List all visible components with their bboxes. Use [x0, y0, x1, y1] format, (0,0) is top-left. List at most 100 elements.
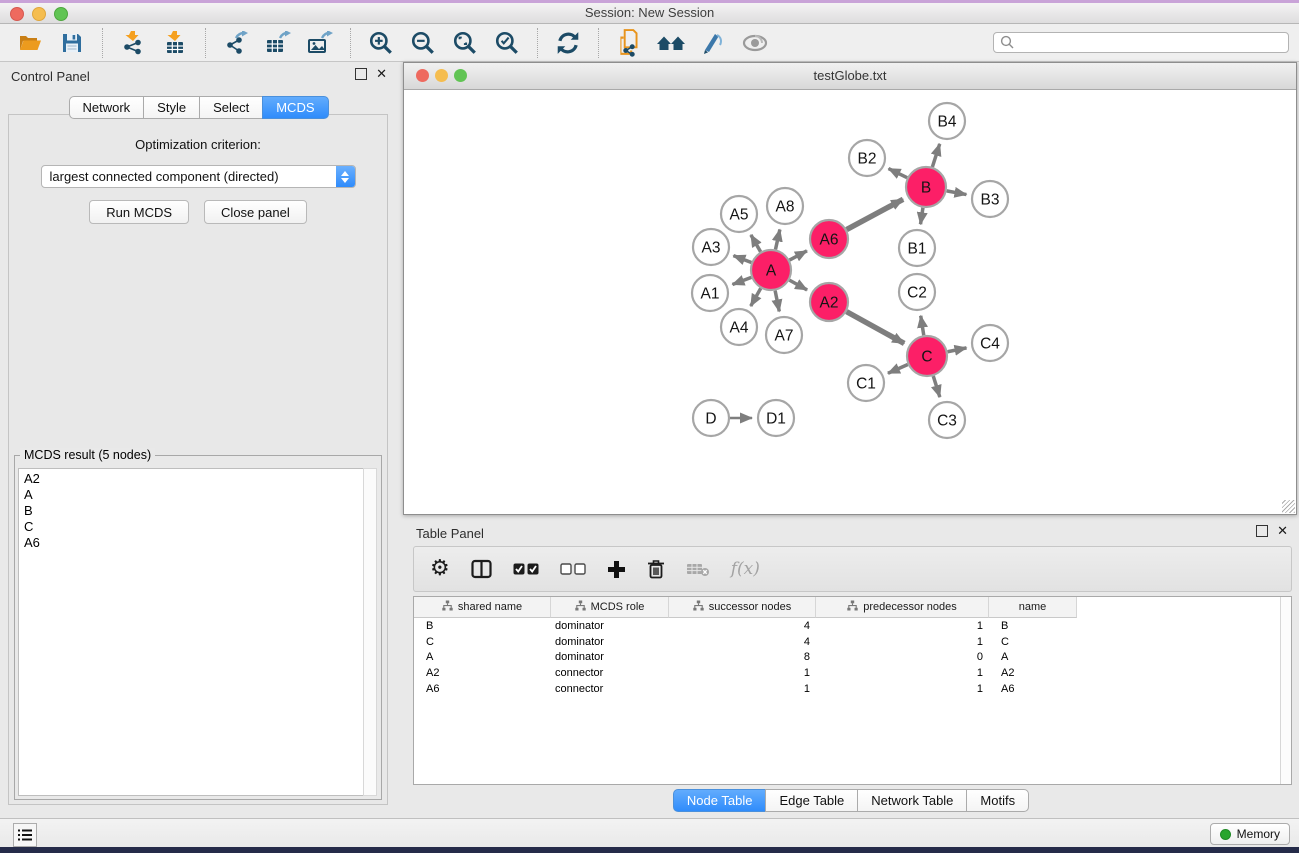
table-row[interactable]: A2connector11A2 [414, 665, 1291, 681]
table-tab-motifs[interactable]: Motifs [966, 789, 1029, 812]
table-row[interactable]: Bdominator41B [414, 618, 1291, 634]
tab-select[interactable]: Select [199, 96, 263, 119]
graph-node-C3[interactable]: C3 [929, 402, 965, 438]
first-neighbors-icon[interactable] [655, 27, 687, 59]
split-view-icon[interactable] [471, 559, 492, 579]
search-input[interactable] [993, 32, 1289, 53]
graph-node-A1[interactable]: A1 [692, 275, 728, 311]
graph-node-B2[interactable]: B2 [849, 140, 885, 176]
graph-node-A6[interactable]: A6 [810, 220, 848, 258]
edge-A-A7[interactable] [775, 291, 779, 312]
close-panel-button[interactable]: Close panel [204, 200, 307, 224]
column-header-predecessor-nodes[interactable]: predecessor nodes [816, 597, 989, 618]
export-image-icon[interactable] [304, 27, 336, 59]
graph-node-D1[interactable]: D1 [758, 400, 794, 436]
save-session-icon[interactable] [56, 27, 88, 59]
refresh-layout-icon[interactable] [552, 27, 584, 59]
float-table-panel-icon[interactable] [1256, 525, 1268, 537]
graph-node-A3[interactable]: A3 [693, 229, 729, 265]
task-history-button[interactable] [13, 823, 37, 847]
graph-node-A7[interactable]: A7 [766, 317, 802, 353]
deselect-all-icon[interactable] [560, 563, 586, 575]
graph-node-B4[interactable]: B4 [929, 103, 965, 139]
minimize-network-icon[interactable] [435, 69, 448, 82]
graph-node-C1[interactable]: C1 [848, 365, 884, 401]
memory-button[interactable]: Memory [1210, 823, 1290, 845]
tab-style[interactable]: Style [143, 96, 200, 119]
mcds-result-item[interactable]: C [24, 519, 359, 535]
run-mcds-button[interactable]: Run MCDS [89, 200, 189, 224]
edge-C-C1[interactable] [888, 364, 908, 373]
network-canvas[interactable]: A A1 A2 A3 A4 A5 A6 A7 A8 B B1 B2 B3 B4 C C1 C2 C3 C4 D D1 [404, 90, 1296, 514]
graph-node-B[interactable]: B [906, 167, 946, 207]
export-network-icon[interactable] [220, 27, 252, 59]
edge-A-A2[interactable] [789, 280, 807, 290]
edge-B-B4[interactable] [932, 144, 939, 167]
select-all-icon[interactable] [513, 563, 539, 575]
float-panel-icon[interactable] [355, 68, 367, 80]
import-network-icon[interactable] [117, 27, 149, 59]
graph-node-A4[interactable]: A4 [721, 309, 757, 345]
mcds-result-item[interactable]: B [24, 503, 359, 519]
table-row[interactable]: A6connector11A6 [414, 681, 1291, 697]
graph-node-A[interactable]: A [751, 250, 791, 290]
edge-C-C3[interactable] [933, 376, 940, 397]
edge-B-B1[interactable] [921, 208, 923, 224]
zoom-in-icon[interactable] [365, 27, 397, 59]
edge-A2-C[interactable] [847, 312, 905, 344]
graph-node-C2[interactable]: C2 [899, 274, 935, 310]
edge-A-A6[interactable] [790, 251, 807, 260]
graph-node-A2[interactable]: A2 [810, 283, 848, 321]
edge-A6-B[interactable] [847, 199, 903, 229]
network-graph[interactable]: A A1 A2 A3 A4 A5 A6 A7 A8 B B1 B2 B3 B4 C C1 C2 C3 C4 D D1 [404, 90, 1296, 514]
graph-node-C4[interactable]: C4 [972, 325, 1008, 361]
column-header-shared-name[interactable]: shared name [414, 597, 551, 618]
show-graphics-details-icon[interactable] [697, 27, 729, 59]
maximize-network-icon[interactable] [454, 69, 467, 82]
import-table-icon[interactable] [159, 27, 191, 59]
criterion-dropdown[interactable]: largest connected component (directed) [41, 165, 356, 188]
delete-column-icon[interactable] [647, 559, 665, 579]
column-header-successor-nodes[interactable]: successor nodes [669, 597, 816, 618]
mcds-result-item[interactable]: A2 [24, 471, 359, 487]
tab-network[interactable]: Network [68, 96, 144, 119]
edge-A-A5[interactable] [751, 235, 761, 252]
column-header-MCDS-role[interactable]: MCDS role [551, 597, 669, 618]
graph-node-B3[interactable]: B3 [972, 181, 1008, 217]
edge-A-A4[interactable] [751, 288, 761, 306]
table-row[interactable]: Cdominator41C [414, 634, 1291, 650]
table-tab-node-table[interactable]: Node Table [673, 789, 767, 812]
edge-C-C4[interactable] [948, 348, 967, 352]
zoom-out-icon[interactable] [407, 27, 439, 59]
resize-grip[interactable] [1282, 500, 1295, 513]
zoom-fit-icon[interactable] [449, 27, 481, 59]
open-session-icon[interactable] [14, 27, 46, 59]
table-tab-network-table[interactable]: Network Table [857, 789, 967, 812]
mcds-list-scrollbar[interactable] [363, 468, 377, 796]
table-scrollbar[interactable] [1280, 597, 1291, 784]
add-column-icon[interactable] [607, 560, 626, 579]
edge-A-A1[interactable] [732, 277, 751, 284]
edge-B-B3[interactable] [947, 191, 967, 195]
export-table-icon[interactable] [262, 27, 294, 59]
maximize-window-icon[interactable] [54, 7, 68, 21]
column-header-name[interactable]: name [989, 597, 1077, 618]
hide-details-icon[interactable] [739, 27, 771, 59]
edge-A-A8[interactable] [775, 229, 779, 249]
network-window-titlebar[interactable]: testGlobe.txt [404, 63, 1296, 90]
tab-mcds[interactable]: MCDS [262, 96, 328, 119]
table-tab-edge-table[interactable]: Edge Table [765, 789, 858, 812]
mcds-result-item[interactable]: A6 [24, 535, 359, 551]
settings-icon[interactable]: ⚙ [430, 558, 450, 580]
graph-node-B1[interactable]: B1 [899, 230, 935, 266]
graph-node-C[interactable]: C [907, 336, 947, 376]
close-table-panel-icon[interactable]: ✕ [1277, 525, 1288, 537]
zoom-selected-icon[interactable] [491, 27, 523, 59]
close-network-icon[interactable] [416, 69, 429, 82]
graph-node-A8[interactable]: A8 [767, 188, 803, 224]
new-network-from-selection-icon[interactable] [613, 27, 645, 59]
table-row[interactable]: Adominator80A [414, 650, 1291, 666]
graph-node-D[interactable]: D [693, 400, 729, 436]
graph-node-A5[interactable]: A5 [721, 196, 757, 232]
close-panel-icon[interactable]: ✕ [376, 68, 387, 80]
